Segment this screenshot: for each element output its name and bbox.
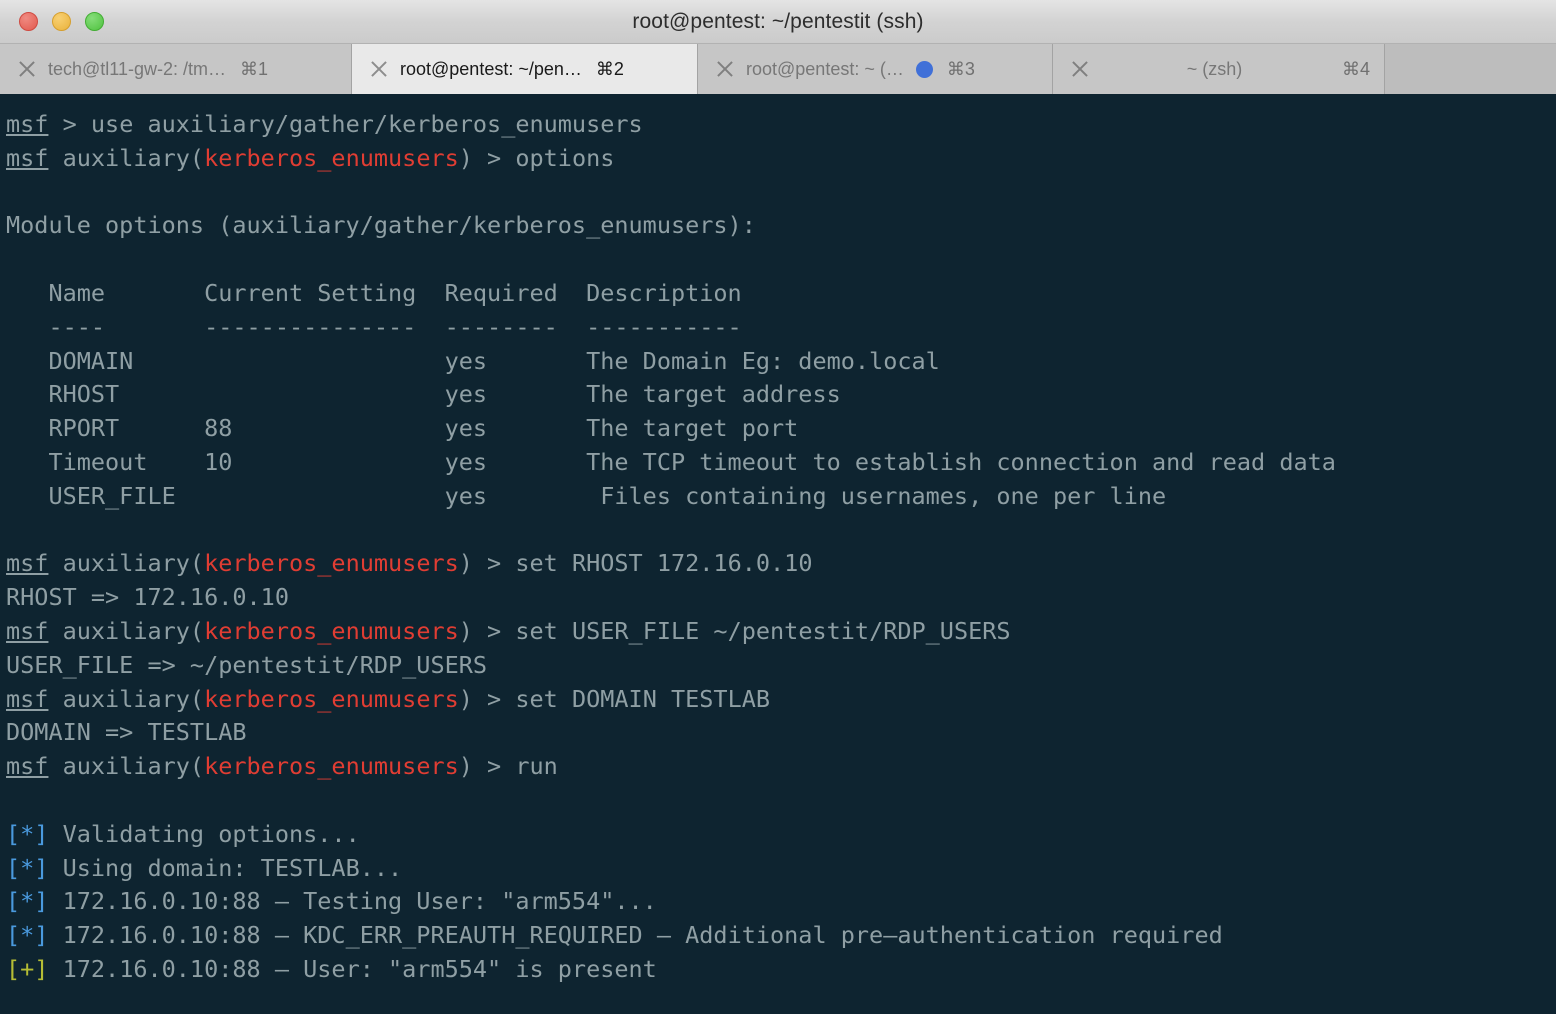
tab-bar: tech@tl11-gw-2: /tm… ⌘1 root@pentest: ~/… bbox=[0, 44, 1556, 94]
terminal-span-text: ) > run bbox=[459, 752, 558, 780]
terminal-line: [*] Using domain: TESTLAB... bbox=[6, 852, 1556, 886]
terminal-line: Module options (auxiliary/gather/kerbero… bbox=[6, 209, 1556, 243]
terminal-span-star: [*] bbox=[6, 854, 48, 882]
terminal-span-text: Timeout 10 yes The TCP timeout to establ… bbox=[6, 448, 1336, 476]
terminal-span-modname: kerberos_enumusers bbox=[204, 752, 459, 780]
terminal-span-text: auxiliary( bbox=[48, 617, 204, 645]
window-controls bbox=[19, 12, 104, 31]
terminal-span-msf: msf bbox=[6, 617, 48, 645]
terminal-line bbox=[6, 784, 1556, 818]
terminal-span-text: ) > set RHOST 172.16.0.10 bbox=[459, 549, 813, 577]
tab-title: root@pentest: ~ (… bbox=[746, 59, 904, 80]
terminal-span-text: DOMAIN => TESTLAB bbox=[6, 718, 247, 746]
terminal-span-text: Name Current Setting Required Descriptio… bbox=[6, 279, 742, 307]
terminal-line: msf auxiliary(kerberos_enumusers) > run bbox=[6, 750, 1556, 784]
terminal-span-text: USER_FILE yes Files containing usernames… bbox=[6, 482, 1166, 510]
terminal-line-list: msf > use auxiliary/gather/kerberos_enum… bbox=[6, 108, 1556, 987]
terminal-output[interactable]: msf > use auxiliary/gather/kerberos_enum… bbox=[0, 94, 1556, 1014]
tab-shortcut: ⌘2 bbox=[596, 59, 624, 80]
close-icon[interactable] bbox=[368, 58, 390, 80]
terminal-line: RHOST => 172.16.0.10 bbox=[6, 581, 1556, 615]
close-icon[interactable] bbox=[16, 58, 38, 80]
terminal-span-text: auxiliary( bbox=[48, 752, 204, 780]
terminal-span-text: auxiliary( bbox=[48, 549, 204, 577]
terminal-line: [*] 172.16.0.10:88 – Testing User: "arm5… bbox=[6, 885, 1556, 919]
tab-shortcut: ⌘1 bbox=[240, 59, 268, 80]
terminal-line: msf auxiliary(kerberos_enumusers) > opti… bbox=[6, 142, 1556, 176]
terminal-line bbox=[6, 243, 1556, 277]
terminal-line: RPORT 88 yes The target port bbox=[6, 412, 1556, 446]
terminal-line bbox=[6, 514, 1556, 548]
terminal-line: [*] Validating options... bbox=[6, 818, 1556, 852]
terminal-line: USER_FILE => ~/pentestit/RDP_USERS bbox=[6, 649, 1556, 683]
terminal-span-text: Validating options... bbox=[48, 820, 359, 848]
terminal-span-modname: kerberos_enumusers bbox=[204, 685, 459, 713]
tab-title: root@pentest: ~/pen… bbox=[400, 59, 582, 80]
terminal-span-modname: kerberos_enumusers bbox=[204, 144, 459, 172]
terminal-span-text: RHOST yes The target address bbox=[6, 380, 841, 408]
tab-2[interactable]: root@pentest: ~/pen… ⌘2 bbox=[352, 44, 698, 94]
terminal-span-msf: msf bbox=[6, 752, 48, 780]
terminal-line: ---- --------------- -------- ----------… bbox=[6, 311, 1556, 345]
tab-title: tech@tl11-gw-2: /tm… bbox=[48, 59, 226, 80]
terminal-line bbox=[6, 176, 1556, 210]
terminal-span-text: RHOST => 172.16.0.10 bbox=[6, 583, 289, 611]
minimize-window-button[interactable] bbox=[52, 12, 71, 31]
terminal-span-text: DOMAIN yes The Domain Eg: demo.local bbox=[6, 347, 940, 375]
terminal-span-msf: msf bbox=[6, 549, 48, 577]
terminal-span-star: [*] bbox=[6, 921, 48, 949]
terminal-span-text: ---- --------------- -------- ----------… bbox=[6, 313, 742, 341]
terminal-line: Name Current Setting Required Descriptio… bbox=[6, 277, 1556, 311]
window-title: root@pentest: ~/pentestit (ssh) bbox=[0, 10, 1556, 34]
terminal-span-text: USER_FILE => ~/pentestit/RDP_USERS bbox=[6, 651, 487, 679]
terminal-span-text: > use auxiliary/gather/kerberos_enumuser… bbox=[48, 110, 642, 138]
terminal-span-text: ) > set DOMAIN TESTLAB bbox=[459, 685, 770, 713]
close-icon[interactable] bbox=[1069, 58, 1091, 80]
terminal-span-text: RPORT 88 yes The target port bbox=[6, 414, 798, 442]
terminal-line: DOMAIN yes The Domain Eg: demo.local bbox=[6, 345, 1556, 379]
tab-shortcut: ⌘3 bbox=[947, 59, 975, 80]
terminal-line: msf > use auxiliary/gather/kerberos_enum… bbox=[6, 108, 1556, 142]
terminal-span-star: [*] bbox=[6, 887, 48, 915]
terminal-span-msf: msf bbox=[6, 144, 48, 172]
terminal-span-plus: [+] bbox=[6, 955, 48, 983]
terminal-line: msf auxiliary(kerberos_enumusers) > set … bbox=[6, 547, 1556, 581]
terminal-line: DOMAIN => TESTLAB bbox=[6, 716, 1556, 750]
tab-4[interactable]: ~ (zsh) ⌘4 bbox=[1053, 44, 1385, 94]
terminal-span-msf: msf bbox=[6, 110, 48, 138]
terminal-line: msf auxiliary(kerberos_enumusers) > set … bbox=[6, 683, 1556, 717]
terminal-line: [+] 172.16.0.10:88 – User: "arm554" is p… bbox=[6, 953, 1556, 987]
terminal-span-modname: kerberos_enumusers bbox=[204, 617, 459, 645]
terminal-window: root@pentest: ~/pentestit (ssh) tech@tl1… bbox=[0, 0, 1556, 1014]
tab-3[interactable]: root@pentest: ~ (… ⌘3 bbox=[698, 44, 1053, 94]
terminal-span-modname: kerberos_enumusers bbox=[204, 549, 459, 577]
terminal-span-text: auxiliary( bbox=[48, 685, 204, 713]
terminal-line: Timeout 10 yes The TCP timeout to establ… bbox=[6, 446, 1556, 480]
tab-shortcut: ⌘4 bbox=[1342, 59, 1370, 80]
title-bar: root@pentest: ~/pentestit (ssh) bbox=[0, 0, 1556, 44]
terminal-line: msf auxiliary(kerberos_enumusers) > set … bbox=[6, 615, 1556, 649]
terminal-span-text: auxiliary( bbox=[48, 144, 204, 172]
terminal-span-text: 172.16.0.10:88 – Testing User: "arm554".… bbox=[48, 887, 656, 915]
terminal-span-text: 172.16.0.10:88 – KDC_ERR_PREAUTH_REQUIRE… bbox=[48, 921, 1222, 949]
tab-1[interactable]: tech@tl11-gw-2: /tm… ⌘1 bbox=[0, 44, 352, 94]
tab-bar-filler bbox=[1385, 44, 1556, 94]
close-icon[interactable] bbox=[714, 58, 736, 80]
close-window-button[interactable] bbox=[19, 12, 38, 31]
terminal-span-star: [*] bbox=[6, 820, 48, 848]
terminal-line: USER_FILE yes Files containing usernames… bbox=[6, 480, 1556, 514]
terminal-span-msf: msf bbox=[6, 685, 48, 713]
maximize-window-button[interactable] bbox=[85, 12, 104, 31]
tab-title: ~ (zsh) bbox=[1101, 59, 1328, 80]
terminal-span-text: ) > set USER_FILE ~/pentestit/RDP_USERS bbox=[459, 617, 1011, 645]
terminal-line: [*] 172.16.0.10:88 – KDC_ERR_PREAUTH_REQ… bbox=[6, 919, 1556, 953]
terminal-line: RHOST yes The target address bbox=[6, 378, 1556, 412]
activity-dot-icon bbox=[916, 61, 933, 78]
terminal-span-text: 172.16.0.10:88 – User: "arm554" is prese… bbox=[48, 955, 656, 983]
terminal-span-text: Using domain: TESTLAB... bbox=[48, 854, 402, 882]
terminal-span-text: ) > options bbox=[459, 144, 615, 172]
terminal-span-text: Module options (auxiliary/gather/kerbero… bbox=[6, 211, 756, 239]
